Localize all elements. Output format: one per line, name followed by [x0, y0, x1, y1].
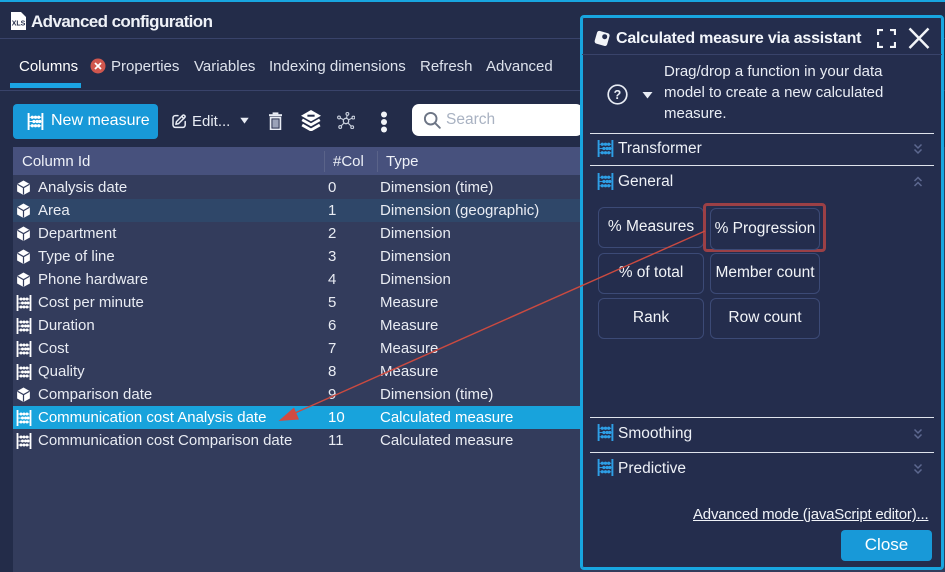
svg-text:XLS: XLS — [12, 21, 26, 28]
svg-text:?: ? — [614, 88, 622, 102]
